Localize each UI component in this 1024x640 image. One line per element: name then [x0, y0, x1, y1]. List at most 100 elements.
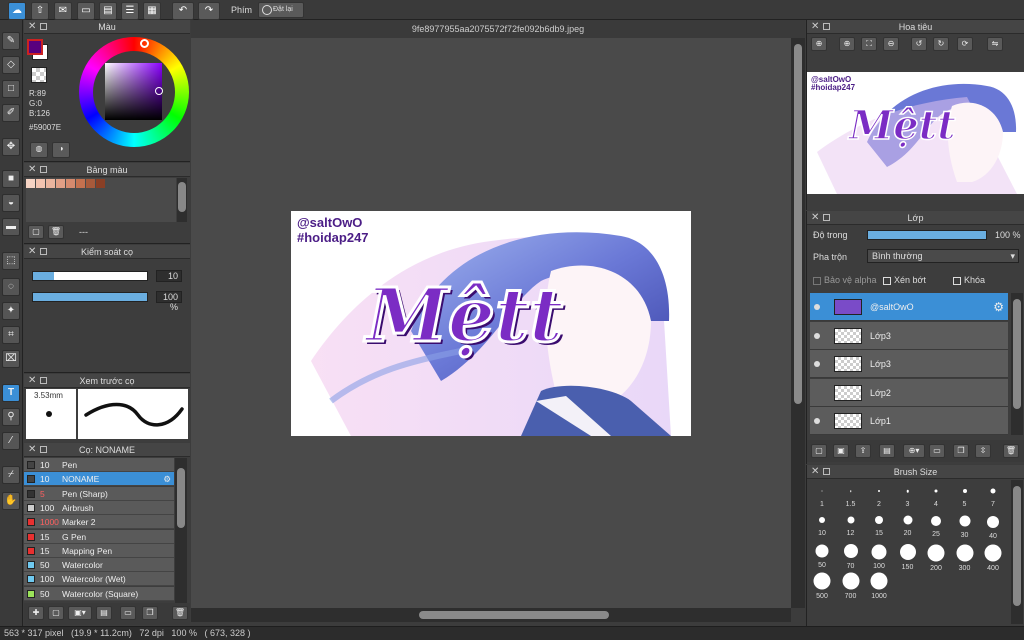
popout-icon[interactable]	[823, 23, 830, 30]
close-icon[interactable]: ✕	[28, 20, 36, 34]
delete-palette-icon[interactable]: 🗑	[48, 225, 64, 239]
toggle-panel-icon[interactable]: ▭	[77, 2, 95, 20]
brush-list-item[interactable]: 15 Mapping Pen	[24, 543, 174, 558]
brush-list-item[interactable]: 10 Pen	[24, 458, 174, 472]
move-tool-icon[interactable]: ✥	[2, 138, 20, 156]
brush-size-option[interactable]: 400	[980, 539, 1006, 572]
foreground-color-swatch[interactable]	[27, 39, 43, 55]
navigator-thumbnail[interactable]: @saltOwO #hoidap247 Mệtt	[807, 72, 1024, 194]
blend-mode-select[interactable]: Bình thường ▾	[867, 249, 1019, 263]
bucket-tool-icon[interactable]: ◒	[2, 194, 20, 212]
brush-list-item[interactable]: 50 Watercolor (Square)	[24, 586, 174, 601]
rotate-right-icon[interactable]: ↻	[933, 37, 949, 51]
brush-list-item[interactable]: 100 Airbrush	[24, 500, 174, 515]
reset-button[interactable]: Đặt lại	[258, 2, 304, 18]
visibility-icon[interactable]	[814, 361, 820, 368]
app-icon[interactable]: ☁	[8, 2, 26, 20]
palette-swatch[interactable]	[36, 179, 45, 188]
brush-size-option[interactable]: 150	[895, 539, 921, 571]
brush-size-option[interactable]: 1000	[866, 568, 892, 600]
brush-size-value[interactable]: 10	[156, 270, 182, 282]
new-palette-icon[interactable]: ▢	[28, 225, 44, 239]
brush-list-item[interactable]: 50 Watercolor	[24, 558, 174, 573]
flip-icon[interactable]: ⇋	[987, 37, 1003, 51]
brush-size-option[interactable]: 20	[895, 511, 921, 537]
brush-size-option[interactable]: 3	[895, 482, 921, 508]
brush-list-item[interactable]: 10 NONAME ⚙	[24, 472, 174, 487]
brush-list-item[interactable]: 15 G Pen	[24, 529, 174, 544]
duplicate-layer-icon[interactable]: ▣	[833, 444, 849, 458]
dropper-tool-icon[interactable]: ⌿	[2, 466, 20, 484]
zoom-in-alt-icon[interactable]: ⊕	[839, 37, 855, 51]
brush-size-option[interactable]: 5	[952, 482, 978, 508]
brush-tool-icon[interactable]: ✎	[2, 32, 20, 50]
rotate-left-icon[interactable]: ↺	[911, 37, 927, 51]
gradient-tool-icon[interactable]: ▬	[2, 218, 20, 236]
brush-opacity-value[interactable]: 100 %	[156, 291, 182, 312]
canvas-horizontal-scrollbar[interactable]	[191, 608, 791, 622]
brush-folder-icon[interactable]: ▭	[120, 606, 136, 620]
eyedropper-tool-icon[interactable]: ⁄	[2, 432, 20, 450]
text-tool-icon[interactable]: T	[2, 384, 20, 402]
brush-size-option[interactable]: 4	[923, 482, 949, 508]
palette-swatch[interactable]	[96, 179, 105, 188]
layer-folder-icon[interactable]: ▭	[929, 444, 945, 458]
brush-size-option[interactable]: 50	[809, 539, 835, 569]
merge-layer-icon[interactable]: ❐	[953, 444, 969, 458]
layer-opacity-slider[interactable]	[867, 230, 987, 240]
brush-layer-icon[interactable]: ❐	[142, 606, 158, 620]
palette-swatch[interactable]	[56, 179, 65, 188]
protect-alpha-checkbox[interactable]: Bảo vệ alpha	[813, 275, 877, 285]
brush-add-icon[interactable]: ✚	[28, 606, 44, 620]
brush-size-option[interactable]: 300	[952, 539, 978, 572]
brush-size-option[interactable]: 25	[923, 511, 949, 538]
layer-row[interactable]: Lớp3	[810, 321, 1008, 350]
close-icon[interactable]: ✕	[28, 374, 36, 388]
brush-size-option[interactable]: 15	[866, 511, 892, 537]
select-rect-tool-icon[interactable]: □	[2, 80, 20, 98]
brush-size-option[interactable]: 1	[809, 482, 835, 508]
brush-size-option[interactable]: 200	[923, 539, 949, 572]
clipping-checkbox[interactable]: Xén bớt	[883, 275, 926, 285]
fit-icon[interactable]: ⛶	[861, 37, 877, 51]
lasso-tool-icon[interactable]: ◌	[2, 278, 20, 296]
color-history-icon[interactable]: ◑	[52, 142, 70, 158]
brush-size-option[interactable]: 2	[866, 482, 892, 508]
brush-size-option[interactable]: 1.5	[838, 482, 864, 508]
close-icon[interactable]: ✕	[811, 20, 819, 34]
fill-shape-tool-icon[interactable]: ■	[2, 170, 20, 188]
palette-swatch[interactable]	[46, 179, 55, 188]
redo-icon[interactable]: ↷	[198, 2, 220, 20]
gear-icon[interactable]: ⚙	[163, 472, 171, 486]
brush-size-option[interactable]: 100	[866, 539, 892, 570]
visibility-icon[interactable]	[814, 304, 820, 310]
operation-tool-icon[interactable]: ⚲	[2, 408, 20, 426]
palette-scrollbar[interactable]	[177, 178, 187, 222]
close-icon[interactable]: ✕	[811, 211, 819, 225]
import-layer-icon[interactable]: ⇪	[855, 444, 871, 458]
brush-doc-icon[interactable]: ▤	[96, 606, 112, 620]
brush-list-item[interactable]: 100 Watercolor (Wet)	[24, 572, 174, 587]
brush-opacity-slider[interactable]	[32, 292, 148, 302]
layer-text-icon[interactable]: ▤	[879, 444, 895, 458]
magic-wand-tool-icon[interactable]: ✦	[2, 302, 20, 320]
popout-icon[interactable]	[40, 23, 47, 30]
layer-move-icon[interactable]: ⇳	[975, 444, 991, 458]
saturation-value-square[interactable]	[105, 63, 162, 120]
layer-row[interactable]: Lớp1	[810, 407, 1008, 436]
delete-layer-icon[interactable]: 🗑	[1003, 444, 1019, 458]
palette-icon[interactable]: ◍	[30, 142, 48, 158]
document-icon[interactable]: ▤	[99, 2, 117, 20]
grid-icon[interactable]: ▦	[143, 2, 161, 20]
popout-icon[interactable]	[40, 248, 47, 255]
brush-size-slider[interactable]	[32, 271, 148, 281]
popout-icon[interactable]	[40, 166, 47, 173]
popout-icon[interactable]	[40, 377, 47, 384]
brush-size-option[interactable]: 10	[809, 511, 835, 537]
brush-copy-icon[interactable]: ▣▾	[68, 606, 92, 620]
marquee-tool-icon[interactable]: ⬚	[2, 252, 20, 270]
brush-size-option[interactable]: 40	[980, 511, 1006, 540]
layer-row[interactable]: Lớp3	[810, 350, 1008, 379]
visibility-icon[interactable]	[814, 418, 820, 425]
lock-checkbox[interactable]: Khóa	[953, 275, 985, 285]
